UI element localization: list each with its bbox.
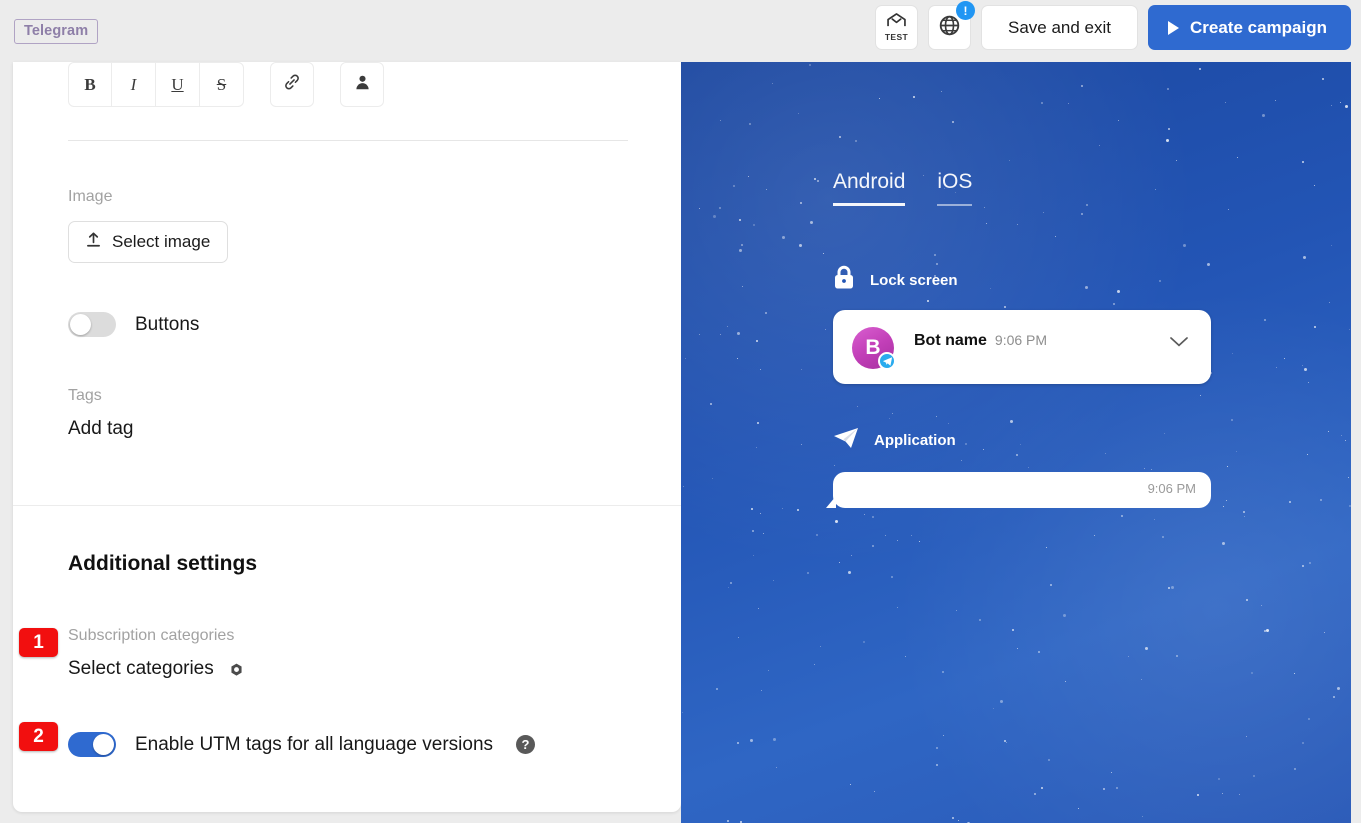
language-alert-badge: ! (955, 1, 975, 20)
language-button[interactable]: ! (927, 1, 975, 50)
select-image-button[interactable]: Select image (68, 221, 229, 263)
subscription-categories-label: Subscription categories (68, 627, 235, 644)
save-and-exit-button[interactable]: Save and exit (980, 5, 1138, 50)
toggle-knob (70, 314, 91, 335)
test-mode-label: TEST (884, 32, 909, 42)
lock-screen-notification[interactable]: B Bot name 9:06 PM (833, 310, 1211, 384)
annotation-badge-1: 1 (19, 628, 58, 657)
add-tag-input[interactable]: Add tag (68, 418, 134, 440)
test-mode-button[interactable]: TEST (874, 5, 918, 50)
help-circle-icon[interactable]: ? (516, 735, 536, 754)
create-campaign-label: Create campaign (1190, 17, 1327, 37)
message-time: 9:06 PM (1147, 481, 1196, 496)
utm-toggle[interactable] (68, 732, 116, 757)
upload-icon (86, 232, 101, 253)
bold-button[interactable]: B (68, 62, 112, 107)
image-field: Image Select image (68, 188, 229, 263)
application-title: Application (874, 432, 956, 449)
telegram-icon (878, 352, 896, 370)
link-icon (282, 72, 302, 97)
toolbar-divider (68, 140, 628, 141)
buttons-toggle-row: Buttons (68, 312, 199, 337)
underline-button[interactable]: U (156, 62, 200, 107)
telegram-plane-icon (833, 427, 859, 454)
utm-toggle-row: Enable UTM tags for all language version… (68, 732, 536, 757)
application-header: Application (833, 427, 956, 454)
notification-time: 9:06 PM (994, 332, 1048, 348)
text-style-group: B I U S (68, 62, 244, 107)
mention-button[interactable] (340, 62, 384, 107)
starfield-background (681, 62, 1351, 823)
gear-icon[interactable] (229, 662, 244, 677)
image-label: Image (68, 188, 113, 205)
chevron-down-icon[interactable] (1170, 334, 1188, 347)
subscription-categories-field: Subscription categories Select categorie… (68, 627, 244, 680)
annotation-badge-2: 2 (19, 722, 58, 751)
strikethrough-button[interactable]: S (200, 62, 244, 107)
additional-settings-title: Additional settings (68, 552, 257, 575)
tab-android[interactable]: Android (833, 170, 906, 206)
buttons-toggle-label: Buttons (135, 313, 200, 335)
platform-tabs: Android iOS (833, 170, 973, 206)
rich-text-toolbar: B I U S (68, 62, 384, 107)
top-bar: Telegram TEST ! Save and exit Create cam… (0, 0, 1361, 62)
select-categories-value: Select categories (68, 658, 214, 679)
message-bubble: 9:06 PM (826, 472, 1211, 508)
select-categories-control[interactable]: Select categories (68, 658, 244, 680)
top-actions: TEST ! Save and exit Create campaign (874, 1, 1351, 50)
utm-toggle-label: Enable UTM tags for all language version… (135, 733, 494, 755)
link-button[interactable] (270, 62, 314, 107)
italic-button[interactable]: I (112, 62, 156, 107)
notification-bot-name: Bot name (914, 332, 987, 349)
section-divider (13, 505, 681, 506)
tags-label: Tags (68, 387, 102, 404)
buttons-toggle[interactable] (68, 312, 116, 337)
brand-chip-telegram[interactable]: Telegram (14, 19, 99, 44)
globe-icon (938, 14, 961, 42)
notification-title: Bot name 9:06 PM (914, 332, 1047, 350)
avatar: B (852, 327, 896, 370)
lock-screen-header: Lock screen (833, 265, 958, 295)
lock-icon (833, 265, 855, 295)
play-icon (1168, 20, 1179, 35)
home-envelope-icon (886, 13, 907, 33)
lock-screen-title: Lock screen (870, 271, 958, 289)
person-icon (354, 74, 371, 96)
create-campaign-button[interactable]: Create campaign (1148, 5, 1351, 50)
select-image-label: Select image (112, 232, 211, 251)
toggle-knob (93, 734, 114, 755)
tags-field: Tags Add tag (68, 387, 134, 440)
message-editor-card: B I U S Image Select image Buttons Tags … (13, 62, 681, 812)
tab-ios[interactable]: iOS (937, 170, 973, 206)
message-preview-panel: Android iOS Lock screen B Bot name 9:06 … (681, 62, 1351, 823)
